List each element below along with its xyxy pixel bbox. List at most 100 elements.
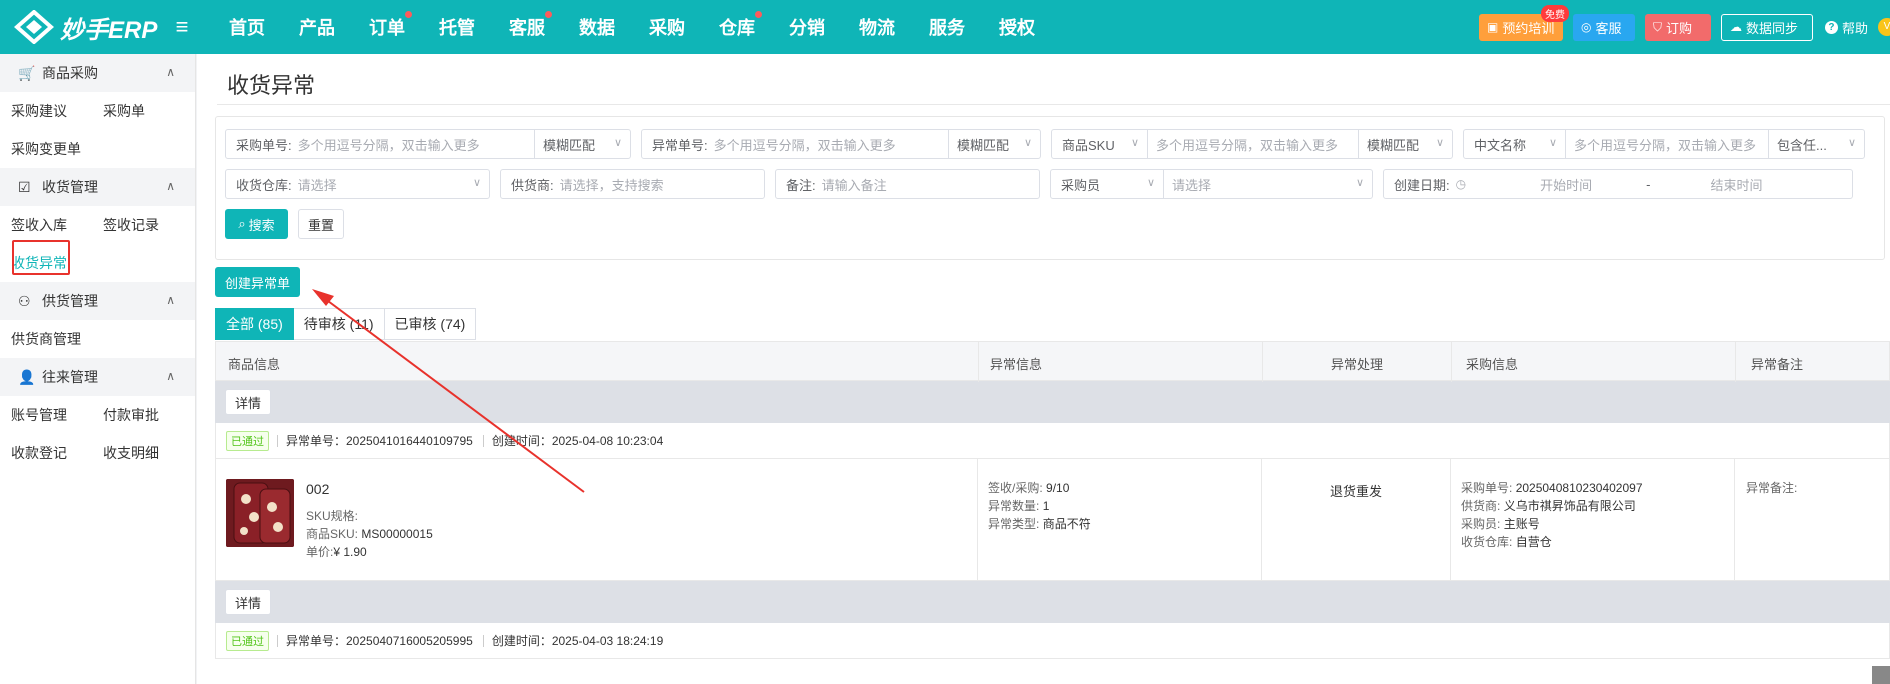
exception-no: 异常单号：2025040716005205995 — [286, 634, 473, 648]
sidebar-row: 采购变更单 — [0, 130, 195, 168]
warehouse-filter[interactable]: 收货仓库: 请选择 ∨ — [225, 169, 490, 199]
buyer-filter[interactable]: 采购员 ∨ 请选择 ∨ — [1050, 169, 1373, 199]
exception-no-filter[interactable]: 异常单号: 多个用逗号分隔，双击输入更多 模糊匹配 ∨ — [641, 129, 1041, 159]
nav-item[interactable]: 托管 — [422, 14, 492, 40]
create-exception-button[interactable]: 创建异常单 — [215, 267, 300, 297]
sidebar-item[interactable]: 供货商管理 — [0, 329, 92, 349]
chevron-down-icon: ∨ — [1130, 137, 1139, 149]
remark-filter[interactable]: 备注: 请输入备注 — [775, 169, 1040, 199]
product-name[interactable]: 002 — [306, 481, 329, 497]
sku-match-select[interactable]: 模糊匹配 ∨ — [1358, 130, 1452, 158]
nav-item[interactable]: 仓库 — [702, 11, 772, 40]
sku-field-select[interactable]: 商品SKU ∨ — [1052, 130, 1148, 158]
sidebar-item[interactable]: 收款登记 — [0, 443, 92, 463]
sidebar-group[interactable]: ☑ 收货管理 ∧ — [0, 168, 195, 206]
nav-item[interactable]: 分销 — [772, 14, 842, 40]
nav-item[interactable]: 首页 — [212, 14, 282, 40]
scrollbar-corner[interactable] — [1872, 666, 1890, 684]
nav-item[interactable]: 采购 — [632, 14, 702, 40]
sku-input[interactable]: 多个用逗号分隔，双击输入更多 — [1148, 135, 1338, 154]
cn-name-filter[interactable]: 中文名称 ∨ 多个用逗号分隔，双击输入更多 包含任... ∨ — [1463, 129, 1865, 159]
warehouse-select[interactable]: 请选择 — [298, 175, 337, 194]
nav-item-label: 首页 — [229, 18, 265, 38]
logo[interactable]: 妙手ERP — [0, 10, 170, 45]
chevron-down-icon: ∨ — [1435, 137, 1444, 149]
top-navbar: 妙手ERP ≡ 首页 产品 订单 托管 客服 数据 采购 仓库 分销 物流 服务 授权 ▣ 预约培训 … — [0, 0, 1890, 54]
sidebar-group[interactable]: 🛒 商品采购 ∧ — [0, 54, 195, 92]
divider — [277, 434, 278, 447]
column-divider — [1734, 459, 1735, 580]
service-button[interactable]: ◎ 客服 — [1572, 13, 1635, 41]
cn-name-match-select[interactable]: 包含任... ∨ — [1768, 130, 1864, 158]
supplier-label: 供货商: — [511, 177, 554, 193]
divider — [482, 634, 484, 647]
help-link[interactable]: ? 帮助 — [1824, 18, 1868, 37]
sidebar-item[interactable]: 签收记录 — [92, 215, 184, 235]
sidebar-group[interactable]: ⚇ 供货管理 ∧ — [0, 282, 195, 320]
supplier-input[interactable]: 请选择，支持搜索 — [560, 175, 664, 194]
training-button[interactable]: ▣ 预约培训 免费 — [1478, 4, 1569, 41]
sku-filter[interactable]: 商品SKU ∨ 多个用逗号分隔，双击输入更多 模糊匹配 ∨ — [1051, 129, 1453, 159]
sku-spec: SKU规格: — [306, 507, 358, 524]
exception-no-input[interactable]: 多个用逗号分隔，双击输入更多 — [714, 135, 896, 154]
checklist-icon: ☑ — [18, 178, 31, 195]
headset-icon: ◎ — [1580, 20, 1592, 34]
free-badge: 免费 — [1540, 4, 1569, 22]
status-tab[interactable]: 已审核 (74) — [384, 308, 477, 340]
sidebar-group[interactable]: 👤 往来管理 ∧ — [0, 358, 195, 396]
divider — [277, 634, 278, 647]
sidebar-item[interactable]: 签收入库 — [0, 215, 92, 235]
nav-item-label: 采购 — [649, 18, 685, 38]
status-tabs: 全部 (85) 待审核 (11) 已审核 (74) — [215, 308, 477, 340]
nav-item[interactable]: 物流 — [842, 14, 912, 40]
table-row: 002 SKU规格: 商品SKU: MS00000015 单价:¥ 1.90 签… — [215, 459, 1890, 581]
type-label: 异常类型: — [988, 517, 1040, 531]
status-tab[interactable]: 全部 (85) — [215, 308, 294, 340]
sync-button[interactable]: ☁ 数据同步 — [1720, 13, 1813, 41]
exception-no-match-select[interactable]: 模糊匹配 ∨ — [948, 130, 1040, 158]
detail-button[interactable]: 详情 — [225, 589, 271, 615]
supplier-filter[interactable]: 供货商: 请选择，支持搜索 — [500, 169, 765, 199]
purchase-no-input[interactable]: 多个用逗号分隔，双击输入更多 — [298, 135, 480, 154]
avatar[interactable]: V — [1878, 18, 1890, 36]
reset-button[interactable]: 重置 — [298, 209, 344, 239]
purchase-no-match-select[interactable]: 模糊匹配 ∨ — [534, 130, 630, 158]
date-filter[interactable]: 创建日期: ◷ 开始时间 - 结束时间 — [1383, 169, 1853, 199]
sidebar-item[interactable]: 采购单 — [92, 101, 184, 121]
buyer-field-select[interactable]: 采购员 ∨ — [1051, 170, 1164, 198]
cart-icon: 🛒 — [18, 64, 36, 81]
cn-name-input[interactable]: 多个用逗号分隔，双击输入更多 — [1566, 135, 1756, 154]
po-value[interactable]: 2025040810230402097 — [1516, 481, 1643, 495]
nav-item[interactable]: 数据 — [562, 14, 632, 40]
date-start-input[interactable]: 开始时间 — [1516, 175, 1616, 194]
buyer-select[interactable]: 请选择 — [1164, 175, 1211, 194]
menu-toggle-icon[interactable]: ≡ — [170, 16, 194, 38]
logo-text: 妙手ERP — [60, 16, 158, 44]
sidebar-item[interactable]: 采购建议 — [0, 101, 92, 121]
detail-button[interactable]: 详情 — [225, 389, 271, 415]
remark-input[interactable]: 请输入备注 — [822, 175, 887, 194]
price-label: 单价: — [306, 545, 334, 559]
help-label: 帮助 — [1841, 20, 1868, 36]
nav-item[interactable]: 客服 — [492, 11, 562, 40]
sidebar-item[interactable]: 账号管理 — [0, 405, 92, 425]
sidebar-item[interactable]: 采购变更单 — [0, 139, 92, 159]
nav-item-label: 授权 — [999, 18, 1035, 38]
search-button[interactable]: ⌕ 搜索 — [225, 209, 288, 239]
product-image[interactable] — [226, 479, 294, 547]
col-exception-remark: 异常备注 — [1751, 357, 1804, 372]
cn-name-field-select[interactable]: 中文名称 ∨ — [1464, 130, 1566, 158]
order-button[interactable]: ⛉ 订购 — [1644, 13, 1711, 41]
sidebar-item[interactable]: 收支明细 — [92, 443, 184, 463]
status-tab[interactable]: 待审核 (11) — [293, 308, 385, 340]
help-icon: ? — [1824, 20, 1838, 34]
nav-item[interactable]: 服务 — [912, 14, 982, 40]
main-nav: 首页 产品 订单 托管 客服 数据 采购 仓库 分销 物流 服务 授权 — [212, 11, 1052, 40]
purchase-no-filter[interactable]: 采购单号: 多个用逗号分隔，双击输入更多 模糊匹配 ∨ — [225, 129, 631, 159]
sidebar-item[interactable]: 付款审批 — [92, 405, 184, 425]
date-end-input[interactable]: 结束时间 — [1710, 175, 1762, 194]
nav-item[interactable]: 订单 — [352, 11, 422, 40]
nav-item[interactable]: 产品 — [282, 14, 352, 40]
remark-label: 备注: — [786, 177, 816, 193]
nav-item[interactable]: 授权 — [982, 14, 1052, 40]
